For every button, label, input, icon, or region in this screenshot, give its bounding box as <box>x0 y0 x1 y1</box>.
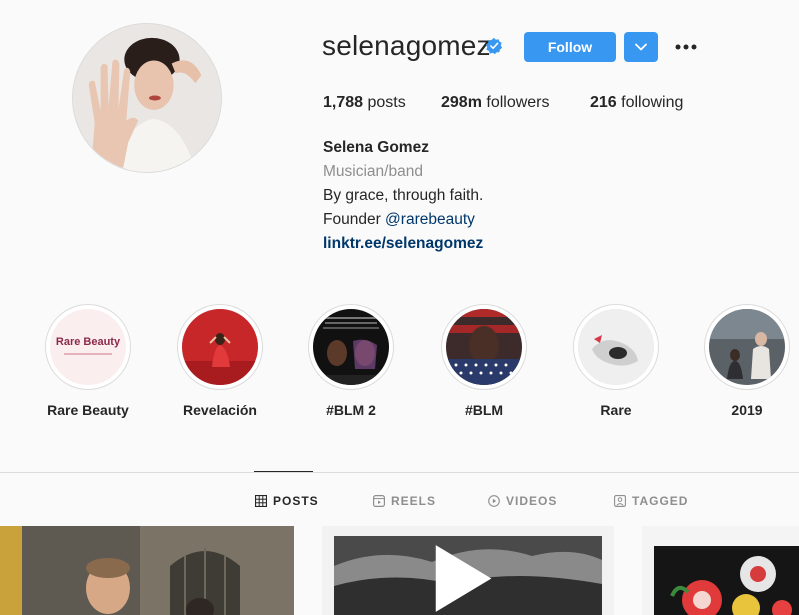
profile-avatar[interactable] <box>72 23 222 173</box>
tab-label: TAGGED <box>632 494 689 508</box>
posts-label: posts <box>363 94 406 111</box>
posts-count: 1,788 <box>323 94 364 111</box>
highlight-ring <box>308 304 394 390</box>
revelacion-cover-image <box>182 309 258 385</box>
highlight-label: #BLM 2 <box>326 402 376 418</box>
highlight-ring <box>573 304 659 390</box>
highlight-cover <box>313 309 389 385</box>
tag-person-icon <box>614 495 626 507</box>
followers-count: 298m <box>441 94 482 111</box>
posts-count-stat: 1,788 posts <box>323 94 406 112</box>
tab-tagged[interactable]: TAGGED <box>614 493 688 509</box>
active-tab-indicator <box>254 471 313 472</box>
highlight-cover <box>182 309 258 385</box>
highlight-revelacion[interactable]: Revelación <box>175 304 265 418</box>
highlight-cover-underline <box>64 353 112 355</box>
reels-icon <box>373 495 385 507</box>
tab-videos[interactable]: VIDEOS <box>488 493 557 509</box>
grid-icon <box>255 495 267 507</box>
highlight-ring <box>177 304 263 390</box>
highlight-rare-beauty[interactable]: Rare Beauty Rare Beauty <box>43 304 133 418</box>
highlight-cover <box>578 309 654 385</box>
highlight-cover <box>446 309 522 385</box>
bio-full-name: Selena Gomez <box>323 139 429 156</box>
bio-founder-prefix: Founder <box>323 211 386 228</box>
bio-founder-line: Founder @rarebeauty <box>323 210 475 230</box>
following-count: 216 <box>590 94 617 111</box>
verified-badge-icon <box>485 37 503 55</box>
highlight-blm-2[interactable]: #BLM 2 <box>306 304 396 418</box>
profile-page: selenagomez Follow 1,788 posts 298m foll… <box>0 0 799 615</box>
tab-posts[interactable]: POSTS <box>255 493 319 509</box>
rare-cover-image <box>578 309 654 385</box>
highlight-label: #BLM <box>464 402 504 418</box>
following-stat[interactable]: 216 following <box>590 94 683 112</box>
followers-stat[interactable]: 298m followers <box>441 94 550 112</box>
post-thumbnail[interactable] <box>0 526 294 615</box>
tab-label: POSTS <box>273 494 319 508</box>
avatar-photo <box>73 24 221 172</box>
more-horizontal-icon <box>675 44 697 50</box>
blm-2-cover-image <box>313 309 389 385</box>
highlight-cover <box>709 309 785 385</box>
blm-cover-image <box>446 309 522 385</box>
post-thumbnail[interactable] <box>322 526 614 615</box>
tab-label: VIDEOS <box>506 494 558 508</box>
highlight-2019[interactable]: 2019 <box>702 304 792 418</box>
highlight-label: Revelación <box>183 402 257 418</box>
highlight-label: Rare <box>600 402 632 418</box>
highlight-label: 2019 <box>731 402 763 418</box>
bio-text: By grace, through faith. <box>323 187 484 204</box>
tab-reels[interactable]: REELS <box>373 493 436 509</box>
highlight-rare[interactable]: Rare <box>571 304 661 418</box>
highlight-ring <box>441 304 527 390</box>
highlight-ring <box>704 304 790 390</box>
highlight-ring: Rare Beauty <box>45 304 131 390</box>
2019-cover-image <box>709 309 785 385</box>
more-options-button[interactable] <box>674 36 698 58</box>
highlight-cover: Rare Beauty <box>50 309 126 385</box>
post-thumbnail[interactable] <box>642 526 799 615</box>
followers-label: followers <box>481 94 550 111</box>
video-post-icon <box>435 545 492 612</box>
content-divider <box>0 472 799 473</box>
chevron-down-icon <box>635 43 647 51</box>
bio-mention-link[interactable]: @rarebeauty <box>385 211 475 228</box>
post-image-street <box>0 526 294 615</box>
bio-external-link[interactable]: linktr.ee/selenagomez <box>323 234 483 254</box>
follow-button[interactable]: Follow <box>524 32 616 62</box>
profile-username: selenagomez <box>322 30 491 61</box>
tab-label: REELS <box>391 494 437 508</box>
highlight-cover-logo-text: Rare Beauty <box>55 336 121 348</box>
highlight-label: Rare Beauty <box>47 402 129 418</box>
post-image-flowers <box>642 526 799 615</box>
play-circle-icon <box>488 495 500 507</box>
bio-category: Musician/band <box>323 163 423 180</box>
following-label: following <box>616 94 684 111</box>
suggested-accounts-button[interactable] <box>624 32 658 62</box>
highlight-blm[interactable]: #BLM <box>439 304 529 418</box>
